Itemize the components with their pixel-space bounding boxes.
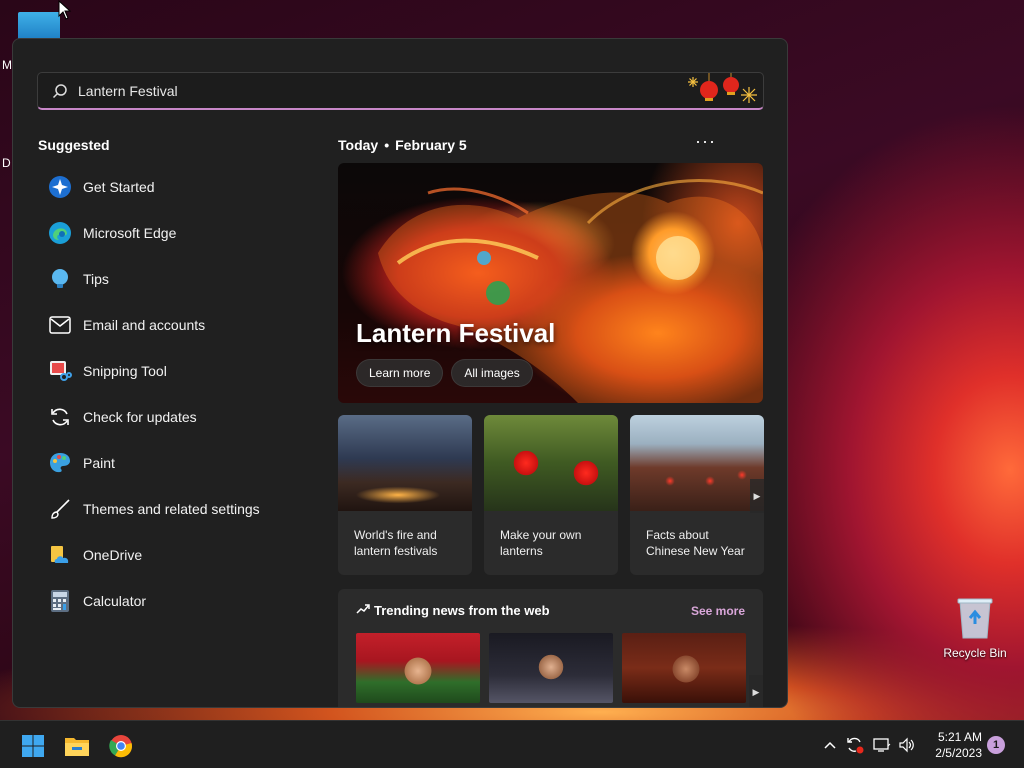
topic-card[interactable]: World's fire and lantern festivals xyxy=(338,415,472,575)
clock-date: 2/5/2023 xyxy=(935,746,982,760)
suggested-item-onedrive[interactable]: OneDrive xyxy=(45,532,305,578)
suggested-item-check-for-updates[interactable]: Check for updates xyxy=(45,394,305,440)
suggested-item-label: Calculator xyxy=(83,593,147,609)
hero-card[interactable]: Lantern Festival Learn more All images xyxy=(338,163,763,403)
onedrive-icon xyxy=(47,542,73,568)
start-button[interactable] xyxy=(20,733,46,759)
trending-icon xyxy=(356,603,370,618)
windows-logo-icon xyxy=(22,735,44,757)
topic-card[interactable]: Make your own lanterns xyxy=(484,415,618,575)
calculator-icon xyxy=(47,588,73,614)
recycle-bin-label: Recycle Bin xyxy=(943,646,1007,660)
news-thumbnail[interactable] xyxy=(356,633,480,703)
card-image xyxy=(630,415,764,511)
suggested-item-microsoft-edge[interactable]: Microsoft Edge xyxy=(45,210,305,256)
suggested-item-calculator[interactable]: Calculator xyxy=(45,578,305,624)
suggested-heading: Suggested xyxy=(38,137,110,153)
suggested-item-snipping-tool[interactable]: Snipping Tool xyxy=(45,348,305,394)
suggested-item-label: Check for updates xyxy=(83,409,197,425)
today-heading: Today • February 5 xyxy=(338,137,467,153)
get-started-icon xyxy=(47,174,73,200)
card-image xyxy=(338,415,472,511)
all-images-button[interactable]: All images xyxy=(451,359,533,387)
show-hidden-icons-button[interactable] xyxy=(820,735,840,755)
suggested-list: Get Started Microsoft Edge Tips Email an… xyxy=(45,164,305,624)
notification-badge[interactable]: 1 xyxy=(987,736,1005,754)
learn-more-button[interactable]: Learn more xyxy=(356,359,444,387)
suggested-item-label: Snipping Tool xyxy=(83,363,167,379)
today-label: Today xyxy=(338,137,379,153)
suggested-item-label: Get Started xyxy=(83,179,155,195)
suggested-item-label: Tips xyxy=(83,271,109,287)
suggested-item-label: OneDrive xyxy=(83,547,143,563)
card-image xyxy=(484,415,618,511)
refresh-icon xyxy=(47,404,73,430)
edge-icon xyxy=(47,220,73,246)
sync-alert-icon xyxy=(847,737,864,754)
paint-icon xyxy=(47,450,73,476)
search-input[interactable] xyxy=(78,82,638,99)
recycle-bin[interactable]: Recycle Bin xyxy=(940,596,1010,660)
tips-icon xyxy=(47,266,73,292)
desktop-icon-label: M xyxy=(2,58,12,72)
suggested-item-tips[interactable]: Tips xyxy=(45,256,305,302)
desktop-icon[interactable] xyxy=(18,12,60,40)
desktop-icon-label: D xyxy=(2,156,11,170)
chrome-icon xyxy=(109,735,133,758)
mail-icon xyxy=(47,312,73,338)
start-search-panel: Suggested Get Started Microsoft Edge Tip… xyxy=(12,38,788,708)
trending-heading: Trending news from the web xyxy=(356,603,550,618)
chrome-button[interactable] xyxy=(108,733,134,759)
card-text: World's fire and lantern festivals xyxy=(354,528,438,558)
more-options-button[interactable]: ··· xyxy=(695,131,716,152)
today-separator: • xyxy=(384,137,390,153)
snipping-tool-icon xyxy=(47,358,73,384)
topic-cards: World's fire and lantern festivals Make … xyxy=(338,415,764,575)
chevron-up-icon xyxy=(824,741,836,749)
suggested-item-label: Paint xyxy=(83,455,115,471)
file-explorer-button[interactable] xyxy=(64,733,90,759)
suggested-item-get-started[interactable]: Get Started xyxy=(45,164,305,210)
speaker-icon xyxy=(899,737,914,753)
volume-button[interactable] xyxy=(897,735,917,755)
taskbar: 5:21 AM 2/5/2023 1 xyxy=(0,720,1024,768)
news-thumbnail[interactable] xyxy=(489,633,613,703)
clock-time: 5:21 AM xyxy=(937,730,982,744)
next-arrow-icon[interactable]: ▶ xyxy=(749,675,763,707)
trending-title: Trending news from the web xyxy=(374,603,550,618)
next-arrow-icon[interactable]: ▶ xyxy=(750,479,764,513)
search-icon xyxy=(52,83,68,99)
suggested-item-label: Microsoft Edge xyxy=(83,225,177,241)
search-box[interactable] xyxy=(37,72,764,110)
network-button[interactable] xyxy=(872,735,892,755)
sync-status-button[interactable] xyxy=(845,735,865,755)
recycle-bin-icon xyxy=(956,596,994,640)
lantern-decoration-icon xyxy=(687,73,757,109)
folder-icon xyxy=(65,738,89,756)
trending-news-card: Trending news from the web See more ▶ xyxy=(338,589,763,707)
hero-title: Lantern Festival xyxy=(356,318,556,348)
see-more-link[interactable]: See more xyxy=(691,604,745,618)
suggested-item-paint[interactable]: Paint xyxy=(45,440,305,486)
suggested-item-label: Email and accounts xyxy=(83,317,206,333)
brush-icon xyxy=(47,496,73,522)
suggested-item-label: Themes and related settings xyxy=(83,501,260,517)
suggested-item-themes[interactable]: Themes and related settings xyxy=(45,486,305,532)
network-icon xyxy=(873,738,891,752)
card-text: Make your own lanterns xyxy=(500,528,582,558)
news-thumbnail[interactable] xyxy=(622,633,746,703)
today-date: February 5 xyxy=(395,137,467,153)
card-text: Facts about Chinese New Year xyxy=(646,528,745,558)
topic-card[interactable]: Facts about Chinese New Year ▶ xyxy=(630,415,764,575)
suggested-item-email-and-accounts[interactable]: Email and accounts xyxy=(45,302,305,348)
clock[interactable]: 5:21 AM 2/5/2023 xyxy=(928,729,982,761)
